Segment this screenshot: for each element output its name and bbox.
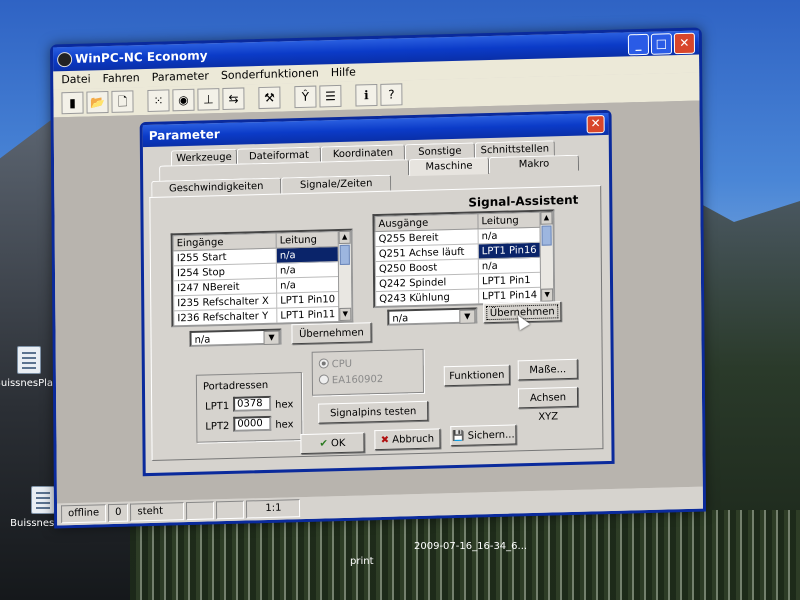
- outputs-table[interactable]: Ausgänge Leitung Q255 Bereit n/a Q251 Ac…: [372, 209, 556, 309]
- status-scale: 1:1: [246, 499, 301, 519]
- lpt1-address-input[interactable]: 0378: [233, 395, 272, 412]
- app-logo-icon: [57, 51, 73, 68]
- abbruch-label: Abbruch: [392, 433, 435, 446]
- cancel-x-icon: ✖: [380, 434, 390, 446]
- parameter-dialog: Parameter ✕ Werkzeuge Dateiformat Koordi…: [139, 109, 615, 477]
- radio-ea160902[interactable]: EA160902: [318, 373, 384, 387]
- sichern-button[interactable]: 💾 Sichern...: [450, 424, 517, 447]
- apply-inputs-button[interactable]: Übernehmen: [291, 322, 372, 345]
- menu-hilfe[interactable]: Hilfe: [331, 64, 356, 83]
- checkmark-icon: ✔: [319, 438, 328, 450]
- table-cell: n/a: [478, 227, 546, 244]
- select-value: n/a: [194, 334, 211, 346]
- column-header[interactable]: Leitung: [477, 212, 546, 229]
- signalpins-test-button[interactable]: Signalpins testen: [318, 400, 429, 424]
- select-value: n/a: [392, 313, 409, 325]
- achsen-xyz-button[interactable]: Achsen XYZ: [517, 386, 579, 423]
- scroll-up-icon[interactable]: ▲: [540, 211, 553, 225]
- sichern-label: Sichern...: [467, 429, 515, 442]
- person-info-icon[interactable]: ℹ: [355, 83, 378, 107]
- app-window: WinPC-NC Economy _ □ ✕ Datei Fahren Para…: [49, 27, 707, 529]
- spreadsheet-file-icon: [17, 346, 41, 374]
- lpt2-label: LPT2: [205, 420, 230, 433]
- inputs-scrollbar[interactable]: ▲ ▼: [337, 230, 352, 322]
- signal-assistant-heading: Signal-Assistent: [468, 192, 579, 210]
- taskbar-print-label: print: [350, 556, 374, 567]
- radio-selected-icon: [318, 358, 329, 369]
- tab-makro[interactable]: Makro: [488, 154, 580, 174]
- ok-label: OK: [330, 437, 346, 450]
- new-file-icon[interactable]: 🗋: [111, 90, 134, 113]
- table-cell: LPT1 Pin11: [276, 306, 344, 324]
- radio-label: EA160902: [331, 373, 384, 387]
- tab-maschine[interactable]: Maschine: [408, 157, 490, 177]
- funktionen-button[interactable]: Funktionen: [443, 364, 510, 387]
- list-icon[interactable]: ☰: [319, 84, 342, 108]
- scroll-down-icon[interactable]: ▼: [339, 307, 352, 322]
- tool-change-icon[interactable]: ⚒: [258, 86, 281, 110]
- radio-unselected-icon: [318, 374, 329, 385]
- masse-button[interactable]: Maße...: [517, 358, 578, 381]
- inputs-line-select[interactable]: n/a ▼: [189, 328, 282, 347]
- status-state: steht: [130, 502, 185, 522]
- taskbar-file-label: 2009-07-16_16-34_6...: [414, 541, 528, 552]
- app-title: WinPC-NC Economy: [75, 48, 208, 66]
- status-connection: offline: [61, 504, 107, 524]
- table-cell: LPT1 Pin1: [478, 272, 546, 289]
- port-address-group: Portadressen LPT1 0378 hex LPT2 0000 hex: [195, 372, 303, 443]
- table-cell: LPT1 Pin10: [276, 291, 344, 309]
- tab-panel-maschine: Signal-Assistent Eingänge Leitung I255 S…: [149, 185, 604, 461]
- outputs-scrollbar[interactable]: ▲ ▼: [539, 211, 554, 302]
- move-arrows-icon[interactable]: ⇆: [222, 87, 245, 111]
- interface-type-group: CPU EA160902: [311, 348, 424, 396]
- outputs-line-select[interactable]: n/a ▼: [387, 307, 478, 326]
- menu-datei[interactable]: Datei: [61, 70, 91, 89]
- abbruch-button[interactable]: ✖ Abbruch: [374, 428, 441, 451]
- close-button[interactable]: ✕: [673, 32, 696, 55]
- radio-label: CPU: [331, 358, 353, 371]
- status-count: 0: [108, 503, 129, 523]
- ok-button[interactable]: ✔ OK: [300, 432, 365, 455]
- scroll-thumb[interactable]: [541, 225, 552, 246]
- scroll-up-icon[interactable]: ▲: [338, 230, 351, 245]
- menu-fahren[interactable]: Fahren: [103, 69, 140, 88]
- open-folder-icon[interactable]: 📂: [86, 90, 109, 114]
- table-cell: LPT1 Pin16: [478, 242, 546, 259]
- lpt2-unit: hex: [275, 419, 294, 431]
- scroll-thumb[interactable]: [339, 244, 350, 265]
- tool-select-icon[interactable]: Ŷ: [294, 85, 317, 109]
- save-disk-icon: 💾: [452, 430, 465, 443]
- dialog-title: Parameter: [148, 127, 220, 143]
- document-file-icon: [31, 486, 55, 514]
- dialog-close-button[interactable]: ✕: [586, 115, 605, 134]
- table-cell: I236 Refschalter Y: [173, 308, 277, 326]
- table-cell: Q243 Kühlung: [375, 288, 479, 307]
- status-field-5: [216, 500, 245, 520]
- table-cell: n/a: [478, 257, 546, 274]
- menu-parameter[interactable]: Parameter: [152, 67, 209, 87]
- chevron-down-icon[interactable]: ▼: [459, 309, 476, 324]
- minimize-button[interactable]: _: [627, 33, 650, 56]
- table-cell: n/a: [276, 276, 344, 294]
- color-wheel-icon[interactable]: ◉: [172, 88, 195, 112]
- help-icon[interactable]: ?: [380, 83, 403, 106]
- maximize-button[interactable]: □: [650, 33, 673, 55]
- lpt1-label: LPT1: [205, 400, 230, 413]
- machine-icon[interactable]: ▮: [61, 91, 84, 115]
- status-field-4: [186, 501, 215, 521]
- zero-point-icon[interactable]: ⊥: [197, 88, 220, 111]
- column-header[interactable]: Leitung: [276, 231, 344, 249]
- inputs-table[interactable]: Eingänge Leitung I255 Start n/a I254 Sto…: [170, 228, 354, 328]
- lpt1-unit: hex: [275, 399, 294, 411]
- port-group-label: Portadressen: [202, 379, 269, 393]
- grid-points-icon[interactable]: ⁙: [147, 89, 170, 112]
- radio-cpu[interactable]: CPU: [318, 358, 353, 371]
- scroll-down-icon[interactable]: ▼: [541, 288, 554, 302]
- chevron-down-icon[interactable]: ▼: [263, 330, 280, 346]
- menu-sonderfunktionen[interactable]: Sonderfunktionen: [221, 64, 319, 85]
- lpt2-address-input[interactable]: 0000: [233, 415, 272, 432]
